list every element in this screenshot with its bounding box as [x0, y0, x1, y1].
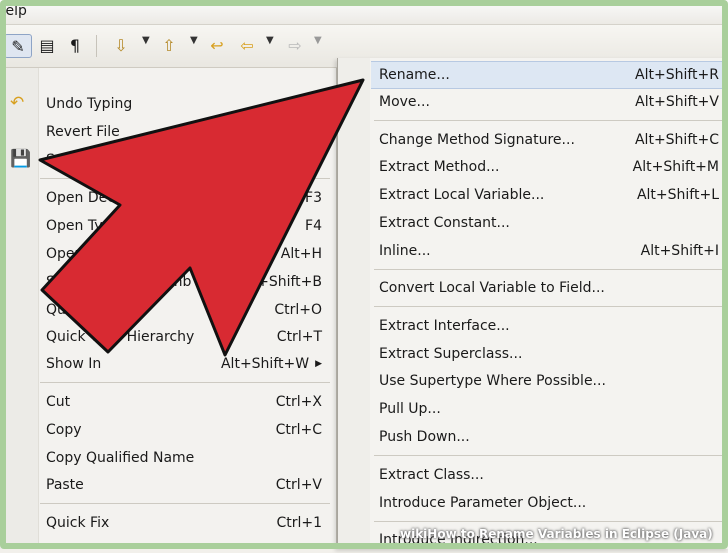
- menu-item-rename[interactable]: Rename... Alt+Shift+R: [371, 61, 728, 89]
- menu-item-extract-superclass[interactable]: Extract Superclass...: [379, 341, 719, 367]
- menu-item-quick-outline[interactable]: Quick Outline Ctrl+O: [46, 297, 322, 323]
- menu-separator: [374, 521, 723, 522]
- save-icon: 💾: [10, 149, 32, 169]
- menu-help[interactable]: Help: [0, 3, 27, 19]
- menu-separator: [40, 503, 330, 504]
- menu-item-paste[interactable]: Paste Ctrl+V: [46, 472, 322, 498]
- menu-item-cut[interactable]: Cut Ctrl+X: [46, 389, 322, 415]
- menu-item-quick-fix[interactable]: Quick Fix Ctrl+1: [46, 510, 322, 536]
- menu-separator: [374, 306, 723, 307]
- menu-item-extract-method[interactable]: Extract Method... Alt+Shift+M: [379, 154, 719, 180]
- menu-separator: [374, 455, 723, 456]
- menu-item-change-method-signature[interactable]: Change Method Signature... Alt+Shift+C: [379, 127, 719, 153]
- show-whitespace-icon[interactable]: ▤: [36, 34, 58, 56]
- menu-item-open-declaration[interactable]: Open Declaration F3: [46, 185, 322, 211]
- menu-item-extract-local-variable[interactable]: Extract Local Variable... Alt+Shift+L: [379, 182, 719, 208]
- chevron-down-icon[interactable]: ▼: [142, 35, 150, 46]
- menu-item-convert-local-variable-to-field[interactable]: Convert Local Variable to Field...: [379, 275, 719, 301]
- menu-item-pull-up[interactable]: Pull Up...: [379, 396, 719, 422]
- menu-separator: [40, 178, 330, 179]
- toggle-mark-occurrences-icon[interactable]: ✎: [4, 34, 32, 58]
- undo-icon: ↶: [10, 93, 25, 113]
- menu-item-revert-file[interactable]: Revert File: [46, 119, 322, 145]
- menu-separator: [40, 382, 330, 383]
- menu-separator: [374, 269, 723, 270]
- menu-item-extract-class[interactable]: Extract Class...: [379, 462, 719, 488]
- chevron-down-icon[interactable]: ▼: [314, 35, 322, 46]
- next-annotation-icon[interactable]: ⇩: [110, 34, 132, 56]
- menu-item-open[interactable]: Open Alt+H: [46, 241, 322, 267]
- menu-item-open-type[interactable]: Open Type F4: [46, 213, 322, 239]
- menu-item-undo-typing[interactable]: Undo Typing: [46, 91, 322, 117]
- chevron-down-icon[interactable]: ▼: [266, 35, 274, 46]
- menu-item-show-in[interactable]: Show In Alt+Shift+W ▶: [46, 351, 322, 377]
- menu-item-introduce-parameter-object[interactable]: Introduce Parameter Object...: [379, 490, 719, 516]
- menu-item-move[interactable]: Move... Alt+Shift+V: [379, 89, 719, 115]
- menu-item-extract-constant[interactable]: Extract Constant...: [379, 210, 719, 236]
- last-edit-location-icon[interactable]: ↩: [206, 34, 228, 56]
- menu-item-save[interactable]: Save: [46, 147, 322, 173]
- menu-item-copy-qualified-name[interactable]: Copy Qualified Name: [46, 445, 322, 471]
- back-arrow-icon[interactable]: ⇦: [236, 34, 258, 56]
- menu-bar: Help: [0, 0, 728, 25]
- menu-item-show-in-breadcrumb[interactable]: Show in Breadcrumb Alt+Shift+B: [46, 269, 322, 295]
- previous-annotation-icon[interactable]: ⇧: [158, 34, 180, 56]
- forward-arrow-icon[interactable]: ⇨: [284, 34, 306, 56]
- refactor-submenu: Rename... Alt+Shift+R Move... Alt+Shift+V …: [337, 58, 728, 549]
- menu-item-inline[interactable]: Inline... Alt+Shift+I: [379, 238, 719, 264]
- menu-icon-gutter: [0, 68, 39, 549]
- menu-item-use-supertype-where-possible[interactable]: Use Supertype Where Possible...: [379, 368, 719, 394]
- show-paragraph-icon[interactable]: ¶: [64, 34, 86, 56]
- menu-item-extract-interface[interactable]: Extract Interface...: [379, 313, 719, 339]
- toolbar-separator: [96, 35, 97, 57]
- chevron-down-icon[interactable]: ▼: [190, 35, 198, 46]
- menu-icon-gutter: [338, 58, 370, 549]
- editor-context-menu: ↶ 💾 Undo Typing Revert File Save Open De…: [0, 68, 337, 549]
- menu-item-copy[interactable]: Copy Ctrl+C: [46, 417, 322, 443]
- watermark: wikiHow to Rename Variables in Eclipse (…: [400, 527, 713, 541]
- menu-item-push-down[interactable]: Push Down...: [379, 424, 719, 450]
- menu-separator: [374, 120, 723, 121]
- menu-item-quick-type-hierarchy[interactable]: Quick Type Hierarchy Ctrl+T: [46, 324, 322, 350]
- submenu-arrow-icon: ▶: [315, 359, 322, 369]
